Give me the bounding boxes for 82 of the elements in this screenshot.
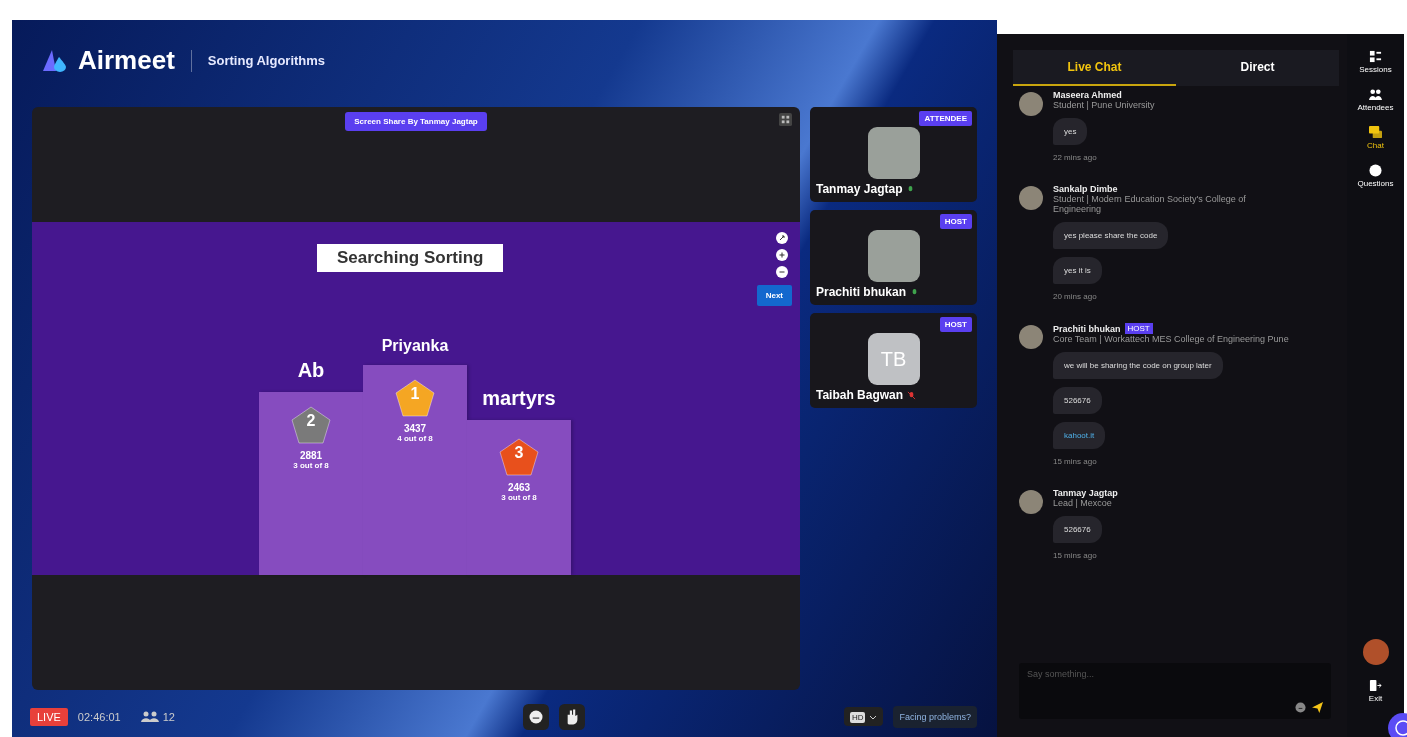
emoji-button-icon[interactable]	[523, 703, 550, 730]
list-icon	[1369, 50, 1382, 63]
message-time: 20 mins ago	[1053, 292, 1097, 301]
exit-icon	[1369, 679, 1382, 692]
avatar	[1019, 325, 1043, 349]
logo-icon	[42, 48, 68, 73]
session-title: Sorting Algorithms	[207, 53, 326, 68]
chat-icon	[1369, 126, 1382, 139]
quality-dropdown[interactable]: HD	[843, 707, 884, 726]
grid-icon[interactable]	[779, 113, 792, 126]
rank-badge-icon	[395, 379, 435, 417]
share-label: Screen Share By Tanmay Jagtap	[345, 112, 487, 131]
avatar	[1019, 186, 1043, 210]
rank-badge-icon	[499, 438, 539, 476]
avatar	[1019, 490, 1043, 514]
emoji-icon[interactable]	[1295, 702, 1306, 713]
message-bubble: 526676	[1053, 516, 1102, 543]
rank-number: 1	[410, 385, 420, 404]
avatar	[1019, 92, 1043, 116]
message-time: 15 mins ago	[1053, 551, 1097, 560]
player-name: Ab	[297, 359, 325, 382]
attendee-count: 12	[162, 710, 175, 723]
player-score: 2881	[299, 450, 323, 461]
author-name: Tanmay Jagtap	[1053, 488, 1118, 498]
photo-placeholder	[867, 230, 920, 282]
zoom-in-icon[interactable]	[776, 249, 788, 261]
participant-name: Taibah Bagwan	[816, 388, 904, 402]
message-time: 15 mins ago	[1053, 457, 1097, 466]
message-input[interactable]: Say something...	[1027, 669, 1323, 679]
message-time: 22 mins ago	[1053, 153, 1097, 162]
slide-title: Searching Sorting	[317, 244, 504, 272]
initials-avatar: TB	[867, 333, 920, 385]
correct-count: 4 out of 8	[397, 434, 433, 443]
participant-name: Prachiti bhukan	[816, 285, 907, 299]
role-badge: HOST	[939, 317, 972, 332]
people-icon	[140, 710, 159, 723]
caret-icon	[869, 715, 878, 720]
role-badge: ATTENDEE	[919, 111, 972, 126]
expand-icon[interactable]	[776, 232, 788, 244]
brand-name: Airmeet	[78, 45, 175, 76]
host-badge: HOST	[1124, 323, 1153, 334]
message-bubble: yes	[1053, 118, 1088, 145]
chat-tab[interactable]: Direct	[1176, 50, 1339, 86]
rank-number: 2	[306, 412, 316, 431]
help-button[interactable]: Facing problems?	[893, 705, 977, 728]
zoom-out-icon[interactable]	[776, 266, 788, 278]
participant-name: Tanmay Jagtap	[816, 182, 903, 196]
rail-item[interactable]: Chat	[1367, 126, 1384, 150]
send-icon[interactable]	[1312, 702, 1323, 713]
photo-placeholder	[867, 127, 920, 179]
author-subtitle: Lead | Mexcoe	[1053, 498, 1112, 508]
rail-item[interactable]: Sessions	[1359, 50, 1392, 74]
message-bubble: 526676	[1053, 387, 1102, 414]
exit-button[interactable]: Exit	[1368, 679, 1383, 703]
message-bubble: yes it is	[1053, 257, 1102, 284]
message-bubble: yes please share the code	[1053, 222, 1169, 249]
raise-hand-icon[interactable]	[559, 703, 586, 730]
correct-count: 3 out of 8	[501, 493, 537, 502]
message-link[interactable]: kahoot.it	[1053, 422, 1106, 449]
rail-item[interactable]: Questions	[1357, 164, 1394, 188]
author-name: Prachiti bhukan	[1053, 323, 1121, 334]
player-name: Priyanka	[381, 337, 449, 355]
user-avatar[interactable]	[1362, 639, 1389, 665]
author-subtitle: Student | Modern Education Society's College of Engineering	[1053, 194, 1247, 214]
rank-badge-icon	[291, 406, 331, 444]
player-name: martyrs	[482, 387, 556, 410]
rail-item[interactable]: Attendees	[1357, 88, 1394, 112]
elapsed-time: 02:46:01	[77, 710, 121, 723]
correct-count: 3 out of 8	[293, 461, 329, 470]
next-button[interactable]: Next	[756, 285, 792, 306]
player-score: 3437	[403, 423, 427, 434]
author-subtitle: Core Team | Workattech MES College of Engineering Pune	[1053, 334, 1289, 344]
author-name: Maseera Ahmed	[1053, 90, 1122, 100]
player-score: 2463	[507, 482, 531, 493]
rank-number: 3	[514, 444, 524, 463]
author-subtitle: Student | Pune University	[1053, 100, 1155, 110]
message-bubble: we will be sharing the code on group later	[1053, 352, 1223, 379]
role-badge: HOST	[939, 214, 972, 229]
chat-tab[interactable]: Live Chat	[1013, 50, 1176, 86]
author-name: Sankalp Dimbe	[1053, 184, 1118, 194]
people-icon	[1369, 88, 1382, 101]
live-badge: LIVE	[30, 707, 68, 726]
